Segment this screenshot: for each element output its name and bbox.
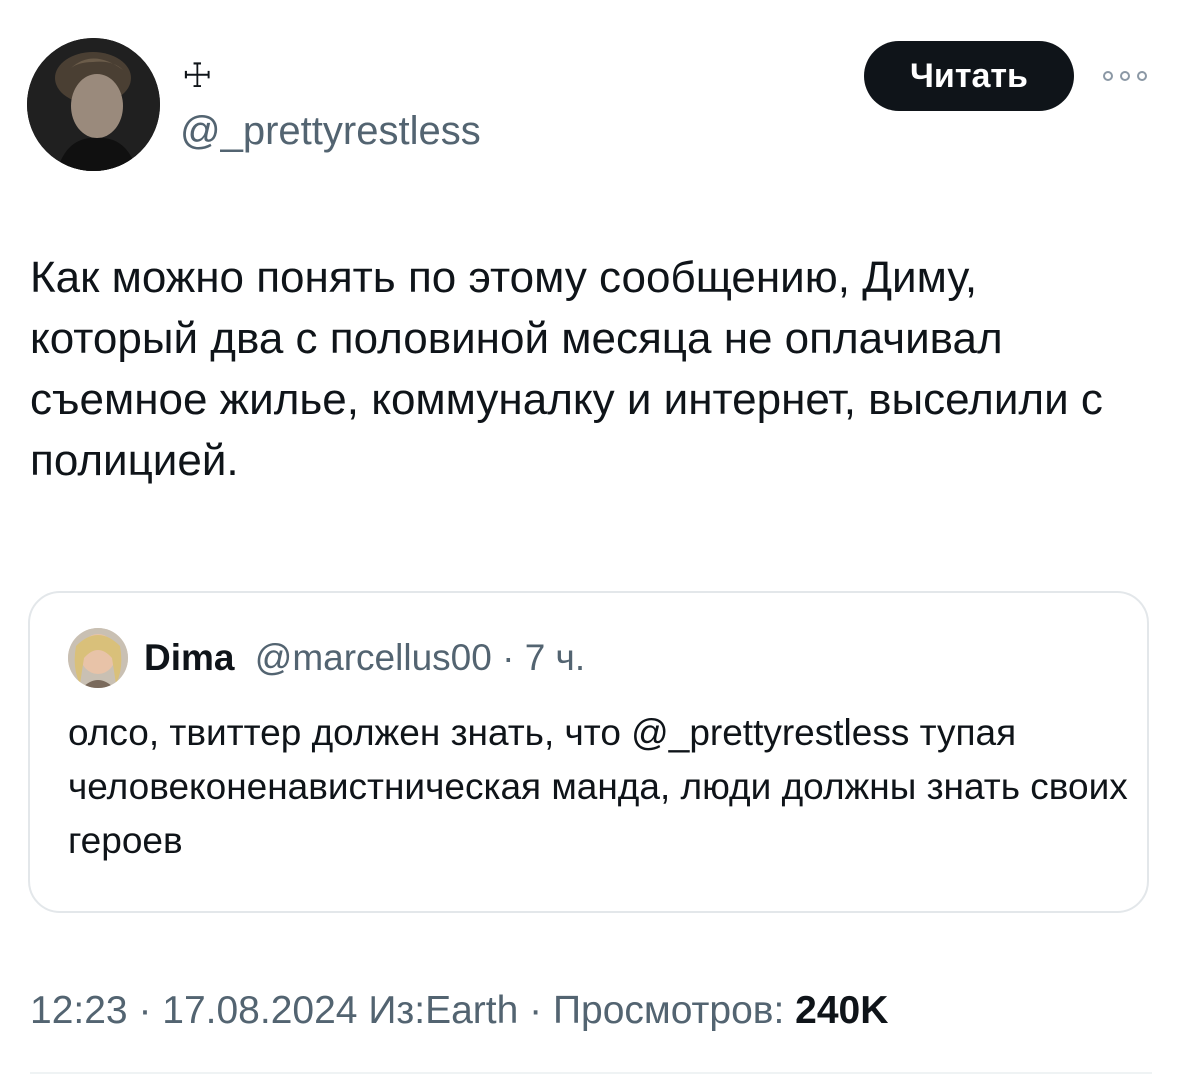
tweet-time[interactable]: 12:23 [30,989,128,1032]
quote-timestamp[interactable]: 7 ч. [525,637,585,678]
quote-author-handle[interactable]: @marcellus00 [255,637,492,678]
tweet-metadata: 12:23 · 17.08.2024 Из:Earth · Просмотров… [30,988,888,1034]
tweet-text: Как можно понять по этому сообщению, Дим… [30,253,1103,485]
quote-text: олсо, твиттер должен знать, что @_pretty… [68,712,1128,861]
quote-separator: · [502,637,525,678]
meta-separator: · [518,989,553,1032]
quote-avatar-image [68,628,128,688]
quote-avatar[interactable] [68,628,128,688]
author-handle[interactable]: @_prettyrestless [180,108,481,154]
follow-button[interactable]: Читать [864,41,1074,111]
quoted-tweet-card[interactable]: Dima @marcellus00 · 7 ч. олсо, твиттер д… [28,591,1149,913]
author-display-name[interactable]: ☩ [182,56,212,96]
views-label: Просмотров: [552,989,796,1032]
meta-separator: · [127,989,163,1032]
author-avatar-image [27,38,160,171]
author-avatar[interactable] [27,38,160,171]
tweet-source: Из:Earth [357,989,519,1032]
views-count[interactable]: 240K [795,989,888,1032]
divider [30,1072,1152,1074]
tweet-date[interactable]: 17.08.2024 [162,989,357,1032]
quote-header: Dima @marcellus00 · 7 ч. [144,636,585,680]
more-horizontal-icon[interactable] [1100,64,1150,88]
quote-author-name[interactable]: Dima [144,637,234,678]
